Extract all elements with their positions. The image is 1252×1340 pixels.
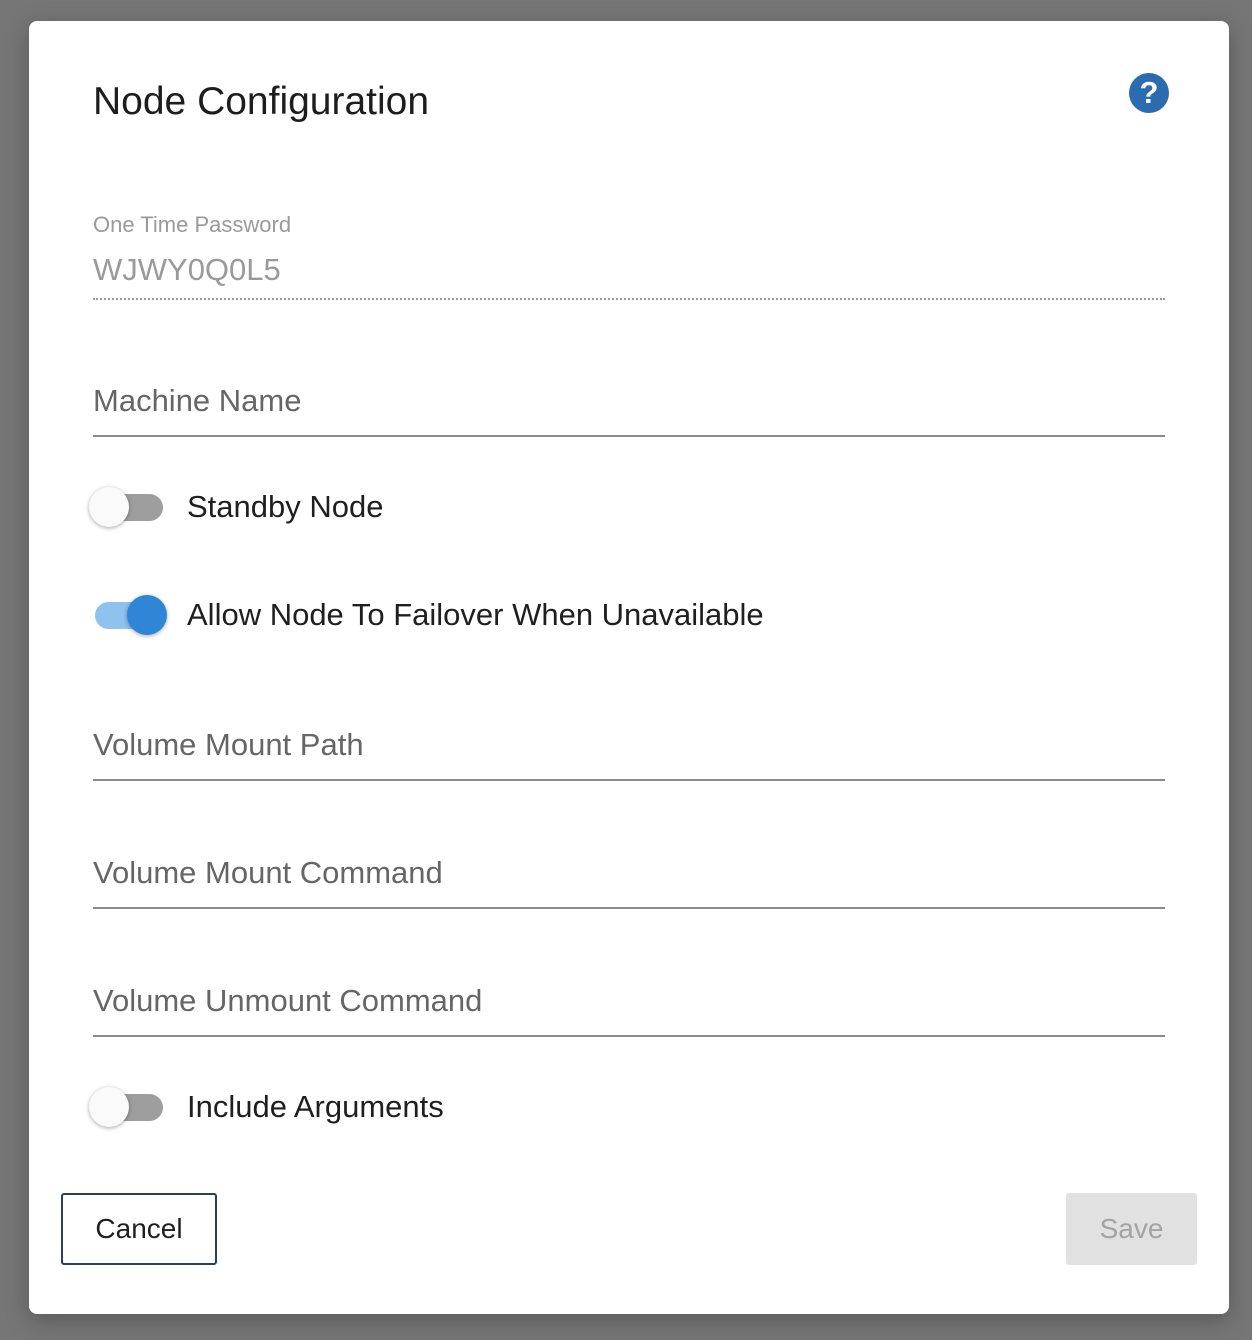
include-arguments-label: Include Arguments: [187, 1089, 444, 1124]
include-arguments-toggle[interactable]: Include Arguments: [89, 1085, 444, 1129]
dialog-title: Node Configuration: [93, 80, 430, 123]
include-arguments-switch[interactable]: [89, 1085, 167, 1129]
help-icon[interactable]: ?: [1129, 73, 1169, 113]
switch-thumb: [89, 1087, 129, 1127]
allow-failover-switch[interactable]: [89, 593, 167, 637]
standby-node-switch[interactable]: [89, 485, 167, 529]
machine-name-field: [93, 377, 1165, 437]
switch-thumb: [127, 595, 167, 635]
volume-mount-command-input[interactable]: [93, 849, 1165, 909]
volume-mount-command-field: [93, 849, 1165, 909]
node-configuration-dialog: Node Configuration ? One Time Password S…: [29, 21, 1229, 1314]
allow-failover-label: Allow Node To Failover When Unavailable: [187, 597, 764, 632]
otp-value-input: [93, 252, 1165, 288]
standby-node-toggle[interactable]: Standby Node: [89, 485, 383, 529]
allow-failover-toggle[interactable]: Allow Node To Failover When Unavailable: [89, 593, 764, 637]
volume-mount-path-field: [93, 721, 1165, 781]
save-button[interactable]: Save: [1066, 1193, 1197, 1265]
volume-unmount-command-input[interactable]: [93, 977, 1165, 1037]
standby-node-label: Standby Node: [187, 489, 384, 524]
otp-underline: [93, 298, 1165, 300]
volume-unmount-command-field: [93, 977, 1165, 1037]
volume-mount-path-input[interactable]: [93, 721, 1165, 781]
cancel-button[interactable]: Cancel: [61, 1193, 217, 1265]
otp-label: One Time Password: [93, 212, 292, 237]
machine-name-input[interactable]: [93, 377, 1165, 437]
otp-field: One Time Password: [93, 212, 1165, 302]
switch-thumb: [89, 487, 129, 527]
